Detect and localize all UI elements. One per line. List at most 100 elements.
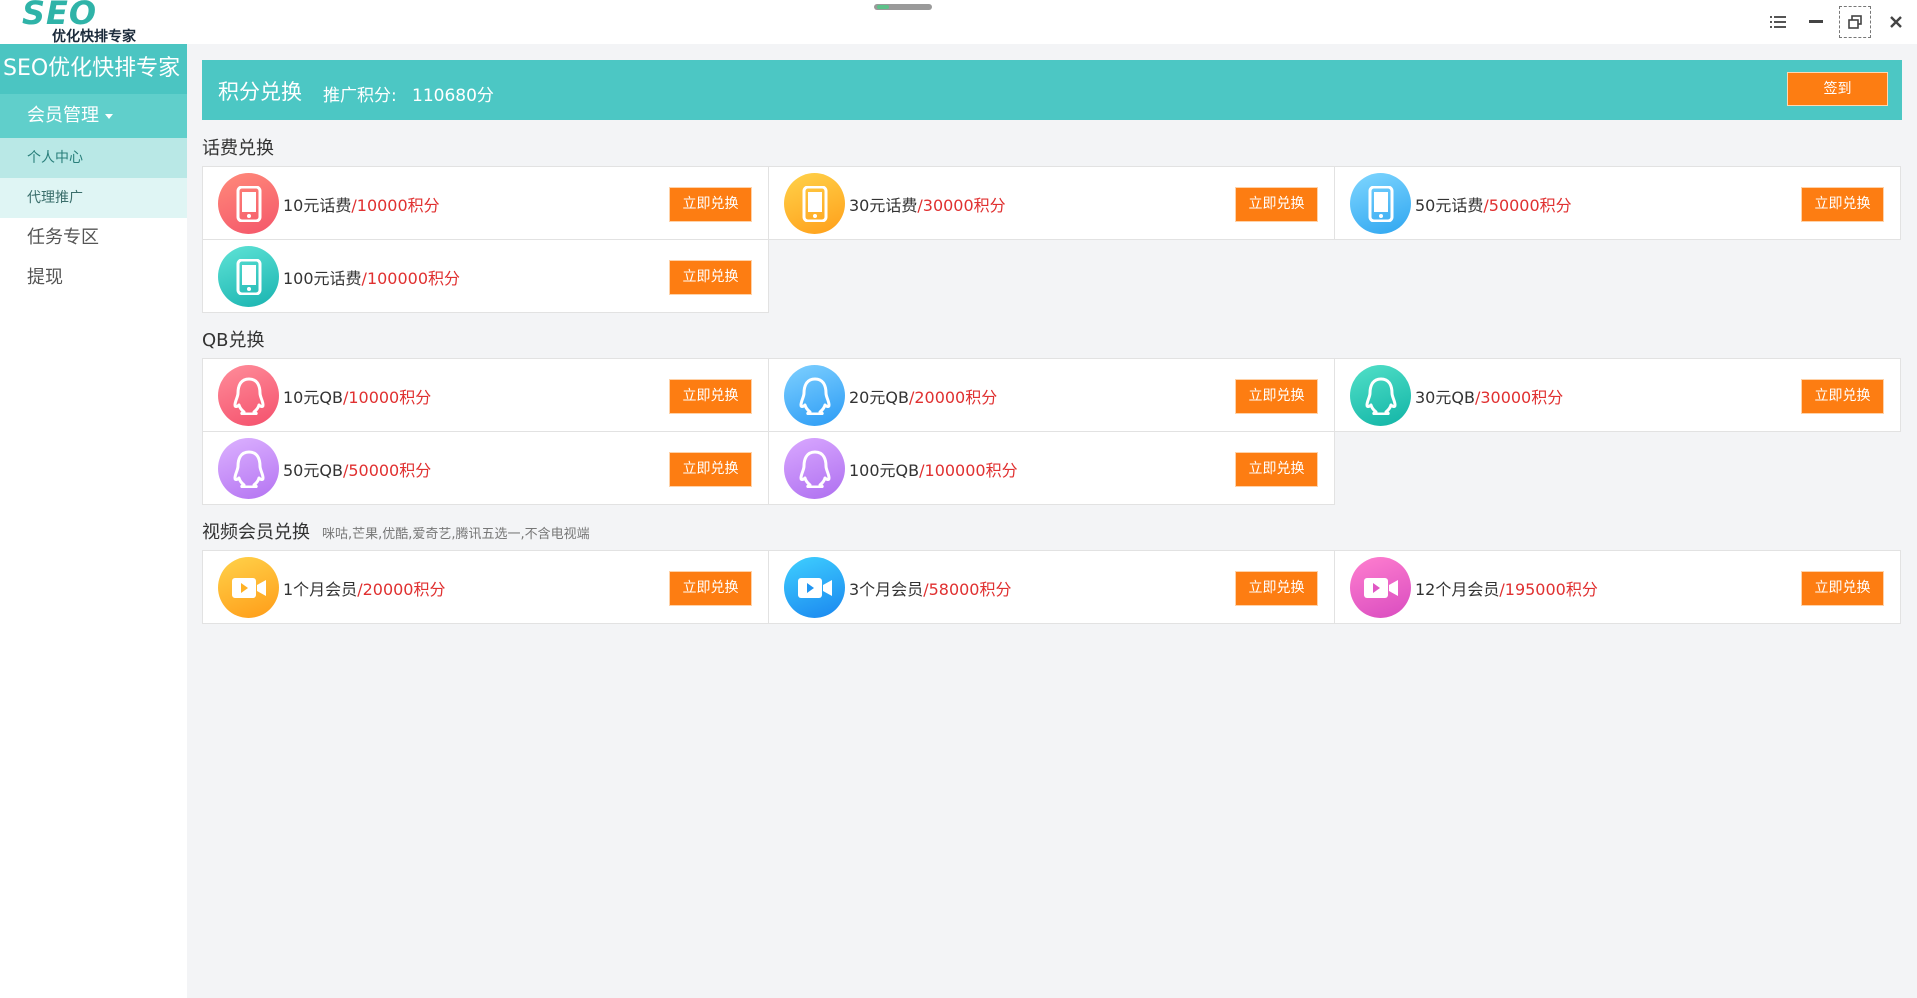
redeem-button[interactable]: 立即兑换	[669, 260, 752, 295]
reward-card: 100元话费/100000积分 立即兑换	[202, 239, 769, 313]
redeem-button[interactable]: 立即兑换	[1235, 452, 1318, 487]
reward-label: 3个月会员/58000积分	[849, 576, 1011, 600]
reward-points: /50000积分	[1483, 196, 1572, 215]
reward-card: 12个月会员/195000积分 立即兑换	[1334, 550, 1901, 624]
reward-card: 3个月会员/58000积分 立即兑换	[768, 550, 1335, 624]
sidebar-item-agent-promotion[interactable]: 代理推广	[0, 178, 187, 218]
section-title-text: QB兑换	[202, 330, 265, 351]
reward-label: 12个月会员/195000积分	[1415, 576, 1598, 600]
reward-points: /30000积分	[1474, 388, 1564, 407]
caret-down-icon	[105, 113, 113, 119]
reward-card: 1个月会员/20000积分 立即兑换	[202, 550, 769, 624]
reward-label: 10元QB/10000积分	[283, 384, 431, 408]
reward-points: /100000积分	[919, 461, 1018, 480]
page-title: 积分兑换	[218, 80, 302, 104]
redeem-button[interactable]: 立即兑换	[669, 187, 752, 222]
phone-icon	[218, 246, 279, 307]
reward-points: /20000积分	[357, 580, 446, 599]
reward-card: 50元QB/50000积分 立即兑换	[202, 431, 769, 505]
restore-icon[interactable]	[1839, 6, 1871, 38]
reward-label: 30元话费/30000积分	[849, 192, 1006, 216]
qq-penguin-icon	[784, 438, 845, 499]
qb-grid: 10元QB/10000积分 立即兑换 20元QB/20000积分 立即兑换 30…	[202, 358, 1902, 505]
reward-label: 30元QB/30000积分	[1415, 384, 1563, 408]
reward-card: 30元QB/30000积分 立即兑换	[1334, 358, 1901, 432]
reward-name: 12个月会员	[1415, 580, 1500, 599]
reward-card: 10元话费/10000积分 立即兑换	[202, 166, 769, 240]
section-title-video: 视频会员兑换 咪咕,芒果,优酷,爱奇艺,腾讯五选一,不含电视端	[202, 518, 1902, 548]
redeem-button[interactable]: 立即兑换	[1801, 187, 1884, 222]
reward-name: 20元QB	[849, 388, 909, 407]
menu-icon[interactable]	[1762, 6, 1794, 38]
reward-label: 50元话费/50000积分	[1415, 192, 1572, 216]
phone-credit-grid: 10元话费/10000积分 立即兑换 30元话费/30000积分 立即兑换 50…	[202, 166, 1902, 313]
reward-points: /10000积分	[342, 388, 432, 407]
sidebar-group-label: 会员管理	[27, 105, 99, 126]
sidebar-item-task-zone[interactable]: 任务专区	[0, 218, 187, 258]
signin-button[interactable]: 签到	[1787, 72, 1888, 106]
redeem-button[interactable]: 立即兑换	[669, 379, 752, 414]
section-note: 咪咕,芒果,优酷,爱奇艺,腾讯五选一,不含电视端	[322, 527, 590, 542]
qq-penguin-icon	[1350, 365, 1411, 426]
reward-name: 1个月会员	[283, 580, 358, 599]
main-content: 积分兑换 推广积分: 110680分 签到 话费兑换 10元话费/10000积分…	[202, 60, 1902, 624]
redeem-button[interactable]: 立即兑换	[669, 452, 752, 487]
video-grid: 1个月会员/20000积分 立即兑换 3个月会员/58000积分 立即兑换 12…	[202, 550, 1902, 624]
sidebar-item-personal-center[interactable]: 个人中心	[0, 138, 187, 178]
reward-name: 100元QB	[849, 461, 920, 480]
reward-card: 10元QB/10000积分 立即兑换	[202, 358, 769, 432]
title-bar: SEO 优化快排专家	[0, 0, 1917, 45]
close-icon[interactable]	[1880, 6, 1912, 38]
section-title-phone-credit: 话费兑换	[202, 134, 1902, 164]
sidebar-brand: SEO优化快排专家	[0, 44, 187, 94]
reward-card: 30元话费/30000积分 立即兑换	[768, 166, 1335, 240]
qq-penguin-icon	[784, 365, 845, 426]
reward-name: 100元话费	[283, 269, 362, 288]
minimize-icon[interactable]	[1800, 6, 1832, 38]
points-header: 积分兑换 推广积分: 110680分 签到	[202, 60, 1902, 120]
logo-subtitle: 优化快排专家	[52, 29, 136, 45]
reward-points: /195000积分	[1499, 580, 1598, 599]
sidebar: SEO优化快排专家 会员管理 个人中心 代理推广 任务专区 提现	[0, 44, 187, 998]
points-label: 推广积分:	[323, 86, 397, 106]
reward-name: 30元QB	[1415, 388, 1475, 407]
sidebar-item-withdraw[interactable]: 提现	[0, 258, 187, 298]
video-camera-icon	[218, 557, 279, 618]
sidebar-group-member-management[interactable]: 会员管理	[0, 94, 187, 138]
reward-points: /10000积分	[351, 196, 440, 215]
reward-label: 20元QB/20000积分	[849, 384, 997, 408]
reward-label: 100元QB/100000积分	[849, 457, 1018, 481]
phone-icon	[784, 173, 845, 234]
section-title-text: 视频会员兑换	[202, 522, 310, 543]
reward-label: 50元QB/50000积分	[283, 457, 431, 481]
reward-card: 50元话费/50000积分 立即兑换	[1334, 166, 1901, 240]
phone-icon	[1350, 173, 1411, 234]
qq-penguin-icon	[218, 438, 279, 499]
reward-points: /20000积分	[908, 388, 998, 407]
redeem-button[interactable]: 立即兑换	[1801, 571, 1884, 606]
redeem-button[interactable]: 立即兑换	[1235, 571, 1318, 606]
redeem-button[interactable]: 立即兑换	[1801, 379, 1884, 414]
reward-label: 10元话费/10000积分	[283, 192, 440, 216]
section-title-qb: QB兑换	[202, 326, 1902, 356]
reward-points: /100000积分	[361, 269, 461, 288]
reward-label: 100元话费/100000积分	[283, 265, 460, 289]
redeem-button[interactable]: 立即兑换	[1235, 187, 1318, 222]
reward-name: 50元话费	[1415, 196, 1484, 215]
video-camera-icon	[1350, 557, 1411, 618]
points-value: 110680分	[412, 86, 494, 106]
video-camera-icon	[784, 557, 845, 618]
redeem-button[interactable]: 立即兑换	[1235, 379, 1318, 414]
window-drag-handle[interactable]	[874, 4, 932, 10]
reward-name: 30元话费	[849, 196, 918, 215]
reward-card: 100元QB/100000积分 立即兑换	[768, 431, 1335, 505]
reward-points: /50000积分	[342, 461, 432, 480]
app-logo: SEO 优化快排专家	[20, 0, 160, 45]
reward-name: 10元QB	[283, 388, 343, 407]
reward-points: /58000积分	[923, 580, 1012, 599]
section-title-text: 话费兑换	[202, 138, 274, 159]
reward-label: 1个月会员/20000积分	[283, 576, 445, 600]
reward-name: 50元QB	[283, 461, 343, 480]
redeem-button[interactable]: 立即兑换	[669, 571, 752, 606]
reward-name: 10元话费	[283, 196, 352, 215]
